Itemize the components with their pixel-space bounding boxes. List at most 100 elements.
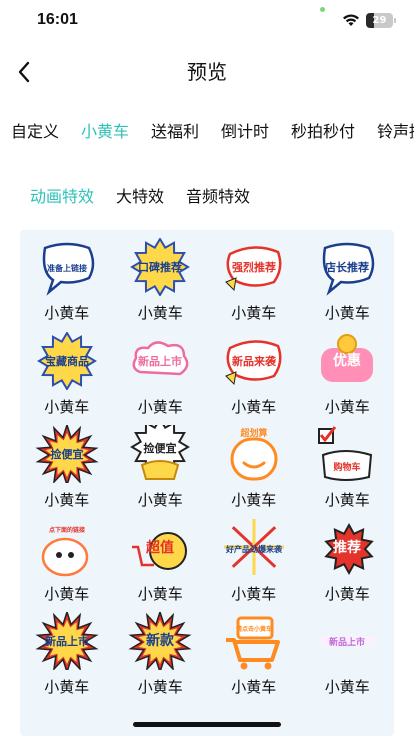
svg-text:新品上市: 新品上市 bbox=[45, 634, 89, 648]
character-sticker-image: 点下面的链接 bbox=[41, 526, 88, 576]
tab-countdown[interactable]: 倒计时 bbox=[221, 114, 269, 150]
svg-text:购物车: 购物车 bbox=[334, 461, 361, 473]
hand-sticker-image: 推荐 bbox=[324, 522, 374, 575]
svg-text:超值: 超值 bbox=[145, 539, 174, 556]
gold-ingot-sticker-image: 捡便宜 bbox=[130, 425, 191, 480]
sticker-item[interactable]: 店长推荐 小黄车 bbox=[301, 234, 395, 328]
svg-text:新品来袭: 新品来袭 bbox=[232, 354, 277, 368]
sticker-item[interactable]: 好产品劲爆来袭小黄车 bbox=[207, 515, 301, 609]
svg-text:优惠: 优惠 bbox=[333, 352, 361, 369]
sticker-item[interactable]: 新品上市 小黄车 bbox=[114, 328, 208, 422]
sticker-label: 小黄车 bbox=[324, 678, 370, 696]
sticker-label: 小黄车 bbox=[231, 397, 277, 416]
tab-big-effects[interactable]: 大特效 bbox=[116, 182, 164, 212]
tab-giveaway[interactable]: 送福利 bbox=[151, 114, 199, 150]
sticker-label: 小黄车 bbox=[324, 491, 370, 509]
tab-ringtone[interactable]: 铃声提 bbox=[377, 114, 414, 150]
bee-cart-sticker-image: 超值 bbox=[132, 531, 188, 570]
shopping-cart-sticker-image: 请点击小黄车 bbox=[225, 616, 280, 670]
sticker-item[interactable]: 新品上市 小黄车 bbox=[301, 608, 395, 702]
svg-text:点下面的链接: 点下面的链接 bbox=[49, 526, 85, 534]
megaphone-sticker-image: 新品来袭 bbox=[224, 339, 282, 385]
category-tab-bar: 自定义 小黄车 送福利 倒计时 秒拍秒付 铃声提 bbox=[0, 114, 414, 150]
sticker-item[interactable]: 新品来袭 小黄车 bbox=[207, 328, 301, 422]
sticker-item[interactable]: 优惠 小黄车 bbox=[301, 328, 395, 422]
sticker-label: 小黄车 bbox=[231, 584, 277, 603]
megaphone-sticker-image: 强烈推荐 bbox=[224, 246, 282, 292]
burst-sticker-image: 捡便宜 bbox=[35, 425, 99, 483]
status-bar: 16:01 29 bbox=[0, 0, 414, 44]
svg-text:口碑推荐: 口碑推荐 bbox=[138, 260, 182, 274]
tab-custom[interactable]: 自定义 bbox=[11, 114, 59, 150]
page-title: 预览 bbox=[187, 60, 227, 84]
svg-text:新品上市: 新品上市 bbox=[329, 636, 365, 648]
status-time: 16:01 bbox=[37, 11, 78, 28]
burst-sticker-image: 新品上市 bbox=[35, 612, 99, 670]
sticker-label: 小黄车 bbox=[137, 304, 183, 322]
sticker-item[interactable]: 超划算 小黄车 bbox=[207, 421, 301, 515]
nav-bar: 预览 bbox=[0, 44, 414, 100]
speech-bubble-sticker-image: 店长推荐 bbox=[323, 242, 375, 296]
sticker-label: 小黄车 bbox=[231, 678, 277, 696]
star-badge-sticker-image: 口碑推荐 bbox=[130, 238, 191, 296]
speech-bubble-sticker-image: 准备上链接 bbox=[42, 242, 94, 296]
sticker-label: 小黄车 bbox=[44, 304, 90, 322]
svg-text:新款: 新款 bbox=[146, 632, 175, 649]
svg-text:宝藏商品: 宝藏商品 bbox=[45, 354, 89, 368]
sticker-item[interactable]: 点下面的链接 小黄车 bbox=[20, 515, 114, 609]
tab-audio-effects[interactable]: 音频特效 bbox=[186, 182, 250, 212]
sticker-grid: 准备上链接 小黄车 口碑推荐 小黄车 强烈推荐 小黄车 店长推荐 小黄车 宝藏商品 小黄车 新品上市… bbox=[20, 234, 394, 702]
effect-tab-bar: 动画特效 大特效 音频特效 bbox=[0, 182, 414, 212]
svg-text:新品上市: 新品上市 bbox=[138, 354, 182, 368]
sticker-item[interactable]: 购物车 小黄车 bbox=[301, 421, 395, 515]
text-line-sticker-image: 新品上市 bbox=[319, 636, 376, 648]
sticker-item[interactable]: 超值 小黄车 bbox=[114, 515, 208, 609]
sticker-item[interactable]: 强烈推荐 小黄车 bbox=[207, 234, 301, 328]
svg-text:准备上链接: 准备上链接 bbox=[47, 263, 87, 273]
svg-text:强烈推荐: 强烈推荐 bbox=[232, 260, 276, 274]
sticker-label: 小黄车 bbox=[324, 304, 370, 322]
cloud-sticker-image: 新品上市 bbox=[132, 340, 189, 375]
sticker-item[interactable]: 捡便宜 小黄车 bbox=[20, 421, 114, 515]
svg-text:店长推荐: 店长推荐 bbox=[325, 260, 369, 274]
tab-yellow-cart[interactable]: 小黄车 bbox=[81, 114, 129, 150]
sticker-item[interactable]: 新品上市 小黄车 bbox=[20, 608, 114, 702]
fireworks-sticker-image: 好产品劲爆来袭 bbox=[223, 518, 284, 575]
sticker-item[interactable]: 捡便宜 小黄车 bbox=[114, 421, 208, 515]
smile-face-sticker-image: 超划算 bbox=[230, 427, 278, 481]
sticker-label: 小黄车 bbox=[137, 678, 183, 696]
sticker-label: 小黄车 bbox=[137, 491, 183, 509]
privacy-indicator-dot bbox=[320, 7, 325, 12]
checkbox-sticker-image: 购物车 bbox=[318, 426, 373, 481]
sticker-item[interactable]: 宝藏商品 小黄车 bbox=[20, 328, 114, 422]
tab-animation-effects[interactable]: 动画特效 bbox=[30, 182, 94, 212]
tab-flash-pay[interactable]: 秒拍秒付 bbox=[291, 114, 355, 150]
svg-text:捡便宜: 捡便宜 bbox=[144, 441, 177, 455]
battery-percent: 29 bbox=[372, 15, 387, 26]
sticker-label: 小黄车 bbox=[137, 584, 183, 603]
sticker-item[interactable]: 推荐 小黄车 bbox=[301, 515, 395, 609]
sticker-item[interactable]: 新款 小黄车 bbox=[114, 608, 208, 702]
sticker-label: 小黄车 bbox=[231, 304, 277, 322]
sticker-label: 小黄车 bbox=[137, 397, 183, 416]
svg-text:推荐: 推荐 bbox=[333, 539, 361, 556]
home-indicator bbox=[133, 722, 281, 727]
burst-sticker-image: 新款 bbox=[128, 612, 192, 670]
sticker-grid-panel: 准备上链接 小黄车 口碑推荐 小黄车 强烈推荐 小黄车 店长推荐 小黄车 宝藏商品 小黄车 新品上市… bbox=[20, 230, 394, 736]
svg-text:请点击小黄车: 请点击小黄车 bbox=[236, 625, 272, 633]
sticker-label: 小黄车 bbox=[44, 397, 90, 416]
battery-tip bbox=[394, 18, 396, 23]
battery-icon: 29 bbox=[366, 13, 393, 28]
svg-text:好产品劲爆来袭: 好产品劲爆来袭 bbox=[225, 544, 283, 554]
sticker-label: 小黄车 bbox=[324, 584, 370, 603]
sticker-label: 小黄车 bbox=[231, 491, 277, 509]
sticker-item[interactable]: 口碑推荐 小黄车 bbox=[114, 234, 208, 328]
sticker-label: 小黄车 bbox=[44, 584, 90, 603]
sticker-item[interactable]: 准备上链接 小黄车 bbox=[20, 234, 114, 328]
sticker-item[interactable]: 请点击小黄车 小黄车 bbox=[207, 608, 301, 702]
coin-sticker-image: 优惠 bbox=[321, 333, 374, 382]
sticker-label: 小黄车 bbox=[44, 678, 90, 696]
svg-text:捡便宜: 捡便宜 bbox=[50, 447, 83, 461]
sticker-label: 小黄车 bbox=[324, 397, 370, 416]
svg-text:超划算: 超划算 bbox=[239, 427, 267, 439]
